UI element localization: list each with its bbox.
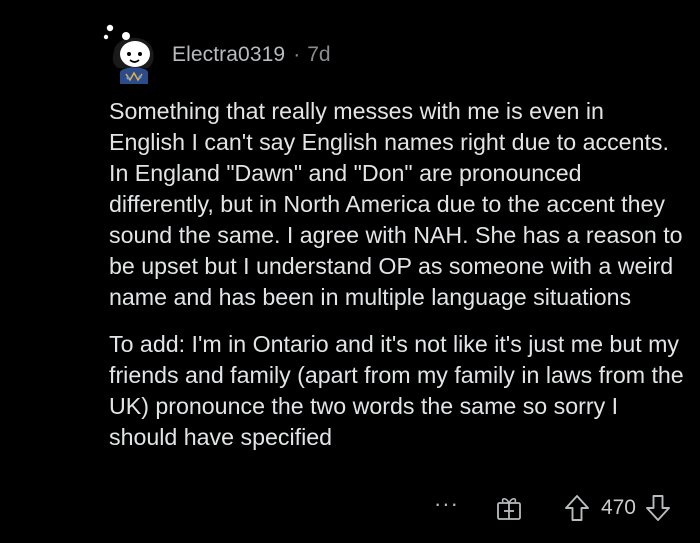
comment-paragraph: To add: I'm in Ontario and it's not like…	[109, 331, 684, 450]
vote-score: 470	[600, 496, 636, 519]
comment: Electra0319 · 7d Something that really m…	[0, 0, 700, 543]
gift-box-icon	[495, 494, 523, 522]
comment-actions: ··· 470	[434, 490, 672, 526]
comment-age: 7d	[307, 43, 331, 66]
upvote-button[interactable]	[563, 493, 591, 523]
comment-paragraph: Something that really messes with me is …	[109, 98, 683, 310]
comment-body: Something that really messes with me is …	[109, 96, 684, 469]
comment-header: Electra0319 · 7d	[100, 20, 331, 90]
username[interactable]: Electra0319	[172, 43, 285, 67]
more-options-button[interactable]: ···	[434, 493, 459, 515]
avatar[interactable]	[100, 22, 166, 88]
meta-separator: ·	[293, 43, 301, 66]
downvote-button[interactable]	[644, 493, 672, 523]
arrow-down-icon	[644, 493, 672, 523]
arrow-up-icon	[563, 493, 591, 523]
award-button[interactable]	[495, 494, 523, 522]
